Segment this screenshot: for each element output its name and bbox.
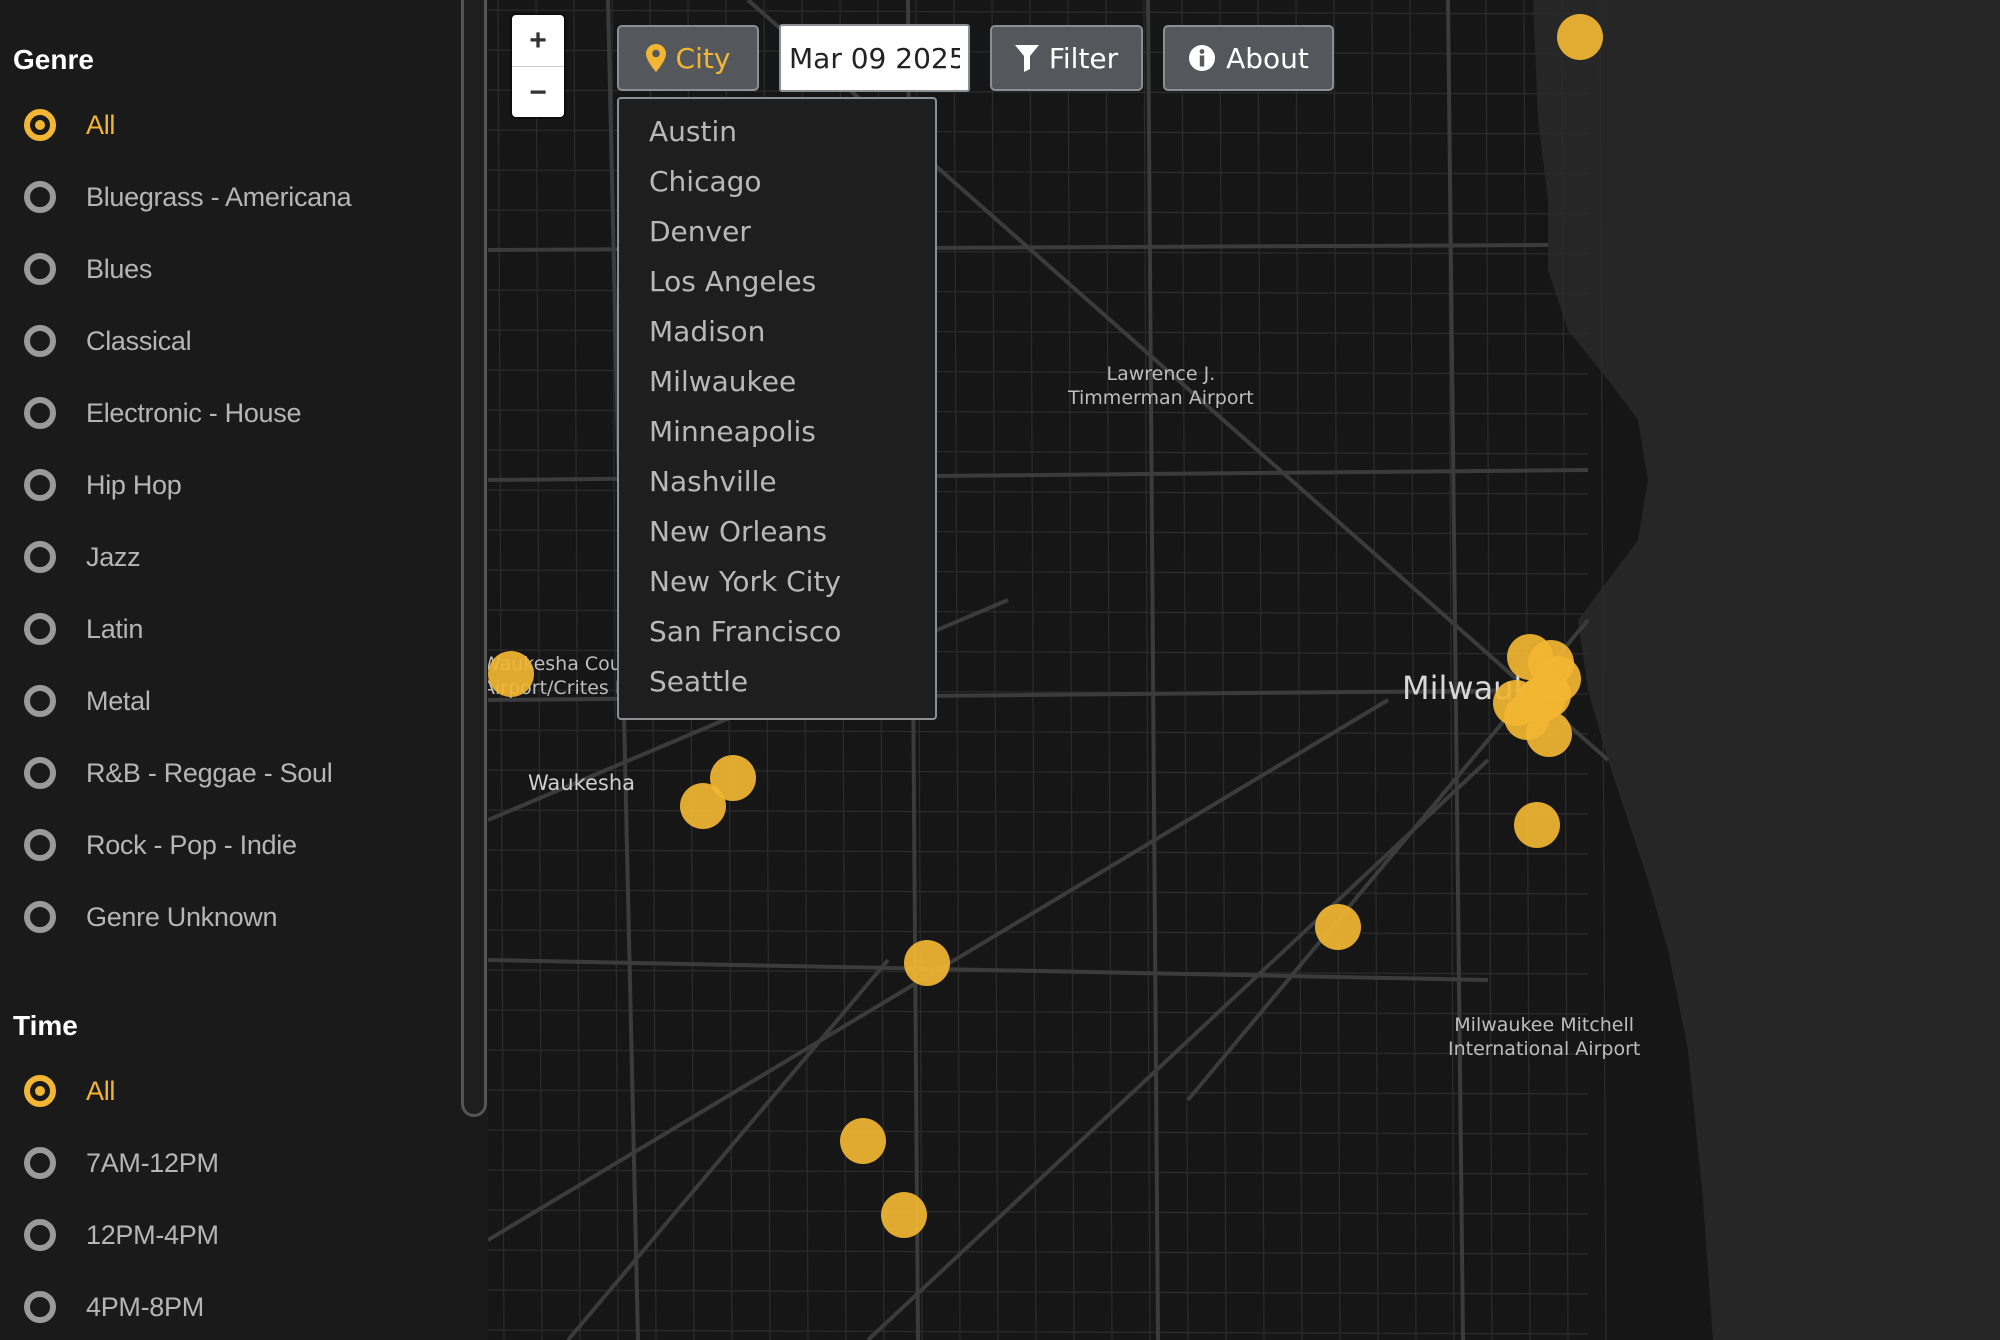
radio-icon[interactable] [24, 829, 56, 861]
genre-option-label: Electronic - House [86, 397, 302, 428]
genre-option[interactable]: Hip Hop [24, 460, 182, 510]
time-option[interactable]: 7AM-12PM [24, 1138, 219, 1188]
genre-option-label: Latin [86, 613, 144, 644]
event-marker[interactable] [488, 651, 534, 697]
genre-option[interactable]: Classical [24, 316, 192, 366]
filter-button-label: Filter [1048, 41, 1119, 75]
genre-option[interactable]: Metal [24, 676, 151, 726]
radio-icon[interactable] [24, 1075, 56, 1107]
genre-option-label: R&B - Reggae - Soul [86, 757, 333, 788]
time-option[interactable]: All [24, 1066, 115, 1116]
event-marker[interactable] [840, 1118, 886, 1164]
genre-option[interactable]: R&B - Reggae - Soul [24, 748, 333, 798]
radio-icon[interactable] [24, 685, 56, 717]
time-option[interactable]: 4PM-8PM [24, 1282, 204, 1332]
event-marker[interactable] [680, 783, 726, 829]
city-menu-item[interactable]: New York City [649, 565, 841, 598]
genre-option-label: Blues [86, 253, 153, 284]
sidebar: Genre All Bluegrass - Americana Blues Class… [0, 0, 488, 1340]
radio-icon[interactable] [24, 541, 56, 573]
info-icon [1188, 44, 1216, 72]
genre-option-label: Genre Unknown [86, 901, 278, 932]
filter-icon [1014, 44, 1039, 72]
genre-option-label: Classical [86, 325, 192, 356]
about-button[interactable]: About [1163, 25, 1334, 91]
time-option-label: 12PM-4PM [86, 1219, 219, 1250]
city-menu-item[interactable]: Milwaukee [649, 365, 796, 398]
genre-option[interactable]: Jazz [24, 532, 141, 582]
genre-option-label: Jazz [86, 541, 141, 572]
radio-icon[interactable] [24, 253, 56, 285]
map-label-mitchell-airport: Milwaukee Mitchell International Airport [1448, 1014, 1641, 1060]
city-menu-item[interactable]: Seattle [649, 665, 748, 698]
genre-option[interactable]: Genre Unknown [24, 892, 278, 942]
genre-option[interactable]: Electronic - House [24, 388, 302, 438]
time-option-label: All [86, 1075, 116, 1106]
radio-icon[interactable] [24, 1291, 56, 1323]
radio-icon[interactable] [24, 1219, 56, 1251]
event-marker[interactable] [1514, 802, 1560, 848]
genre-option-label: Rock - Pop - Indie [86, 829, 297, 860]
genre-option[interactable]: All [24, 100, 115, 150]
radio-icon[interactable] [24, 901, 56, 933]
time-title: Time [13, 1010, 78, 1041]
about-button-label: About [1226, 41, 1309, 75]
genre-option-label: Hip Hop [86, 469, 182, 500]
genre-option[interactable]: Latin [24, 604, 143, 654]
city-button-label: City [675, 41, 731, 75]
city-menu-item[interactable]: Chicago [649, 165, 762, 198]
time-option[interactable]: 12PM-4PM [24, 1210, 219, 1260]
map-label-timmerman-airport: Lawrence J. Timmerman Airport [1068, 363, 1254, 409]
genre-option-label: Bluegrass - Americana [86, 181, 352, 212]
map-pin-icon [645, 44, 666, 72]
genre-title: Genre [13, 44, 94, 75]
zoom-in-button[interactable]: + [512, 15, 564, 67]
radio-icon[interactable] [24, 181, 56, 213]
city-menu-item[interactable]: Denver [649, 215, 751, 248]
city-menu-item[interactable]: New Orleans [649, 515, 827, 548]
event-marker[interactable] [1557, 14, 1603, 60]
date-input[interactable] [779, 24, 970, 92]
radio-icon[interactable] [24, 613, 56, 645]
radio-icon[interactable] [24, 325, 56, 357]
genre-option[interactable]: Blues [24, 244, 152, 294]
time-option-label: 4PM-8PM [86, 1291, 204, 1322]
event-marker[interactable] [1493, 680, 1539, 726]
city-button[interactable]: City [617, 25, 759, 91]
zoom-out-button[interactable]: − [512, 67, 564, 118]
event-marker[interactable] [904, 940, 950, 986]
radio-icon[interactable] [24, 1147, 56, 1179]
city-menu-item[interactable]: Minneapolis [649, 415, 816, 448]
filter-button[interactable]: Filter [990, 25, 1143, 91]
event-marker[interactable] [881, 1192, 927, 1238]
map-label-waukesha: Waukesha [528, 771, 636, 795]
genre-option[interactable]: Bluegrass - Americana [24, 172, 352, 222]
genre-option-label: All [86, 109, 116, 140]
city-menu-item[interactable]: Nashville [649, 465, 777, 498]
city-menu-item[interactable]: Madison [649, 315, 765, 348]
city-menu-item[interactable]: Austin [649, 115, 737, 148]
time-option-label: 7AM-12PM [86, 1147, 219, 1178]
radio-icon[interactable] [24, 397, 56, 429]
zoom-control: + − [512, 15, 564, 117]
radio-icon[interactable] [24, 109, 56, 141]
genre-option-label: Metal [86, 685, 151, 716]
event-marker[interactable] [1315, 904, 1361, 950]
radio-icon[interactable] [24, 757, 56, 789]
event-marker[interactable] [1528, 640, 1574, 686]
city-menu-item[interactable]: Los Angeles [649, 265, 816, 298]
city-dropdown-menu: Austin Chicago Denver Los Angeles Madison Mil… [617, 97, 937, 720]
radio-icon[interactable] [24, 469, 56, 501]
city-menu-item[interactable]: San Francisco [649, 615, 841, 648]
genre-option[interactable]: Rock - Pop - Indie [24, 820, 297, 870]
sidebar-scrollbar[interactable] [461, 0, 487, 1117]
